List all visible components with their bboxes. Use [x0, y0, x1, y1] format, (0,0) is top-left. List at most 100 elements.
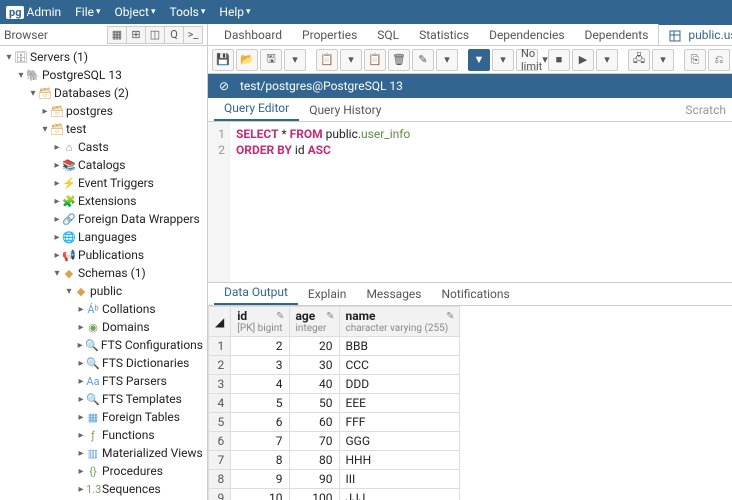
cell[interactable]: 60 [289, 413, 339, 432]
copy-dropdown[interactable]: ▾ [340, 49, 362, 71]
menu-file[interactable]: File▾ [75, 5, 100, 19]
tree-item[interactable]: ▸🔗Foreign Data Wrappers [0, 210, 207, 228]
tab-dependents[interactable]: Dependents [575, 25, 659, 45]
cell[interactable]: HHH [339, 451, 459, 470]
filter-dropdown[interactable]: ▾ [492, 49, 514, 71]
tree-toggle[interactable]: ▸ [52, 178, 62, 189]
tree-item[interactable]: ▾◆public [0, 282, 207, 300]
browser-tool-stats[interactable]: ◫ [145, 26, 165, 44]
tree-item[interactable]: ▸🔍FTS Templates [0, 390, 207, 408]
cell[interactable]: 50 [289, 394, 339, 413]
tree-item[interactable]: ▸📢Publications [0, 246, 207, 264]
cell[interactable]: 90 [289, 470, 339, 489]
cell[interactable]: EEE [339, 394, 459, 413]
tree-toggle[interactable]: ▸ [52, 160, 62, 171]
tree-item[interactable]: ▾🐘PostgreSQL 13 [0, 66, 207, 84]
tree-toggle[interactable]: ▾ [64, 286, 74, 297]
column-header[interactable]: id[PK] bigint✎ [231, 307, 289, 337]
edit-dropdown[interactable]: ▾ [436, 49, 458, 71]
table-row[interactable]: 7880HHH [209, 451, 460, 470]
menu-object[interactable]: Object▾ [115, 5, 156, 19]
menu-tools[interactable]: Tools▾ [170, 5, 206, 19]
tab-dashboard[interactable]: Dashboard [214, 25, 292, 45]
tab-query-editor[interactable]: Query Editor [214, 97, 299, 121]
scratch-pad-toggle[interactable]: Scratch [679, 99, 732, 121]
tree-item[interactable]: ▸🔍FTS Dictionaries [0, 354, 207, 372]
tree-item[interactable]: ▸ƒFunctions [0, 426, 207, 444]
cell[interactable]: 3 [231, 356, 289, 375]
pencil-icon[interactable]: ✎ [446, 311, 454, 322]
cell[interactable]: 5 [231, 394, 289, 413]
table-row[interactable]: 8990III [209, 470, 460, 489]
commit-button[interactable]: ⎘ [684, 49, 706, 71]
open-file-button[interactable]: 📂 [236, 49, 258, 71]
tab-properties[interactable]: Properties [292, 25, 367, 45]
cell[interactable]: 2 [231, 337, 289, 356]
cell[interactable]: 20 [289, 337, 339, 356]
tree-toggle[interactable]: ▸ [76, 394, 86, 405]
tree-item[interactable]: ▾🗃Databases (2) [0, 84, 207, 102]
tab-query-history[interactable]: Query History [299, 99, 391, 121]
save-grid-button[interactable]: 💾 [212, 49, 234, 71]
execute-dropdown[interactable]: ▾ [596, 49, 618, 71]
tree-item[interactable]: ▸{}Procedures [0, 462, 207, 480]
tree-toggle[interactable]: ▸ [76, 358, 86, 369]
row-header[interactable]: 6 [209, 432, 231, 451]
tree-item[interactable]: ▸▥Materialized Views [0, 444, 207, 462]
row-header[interactable]: 4 [209, 394, 231, 413]
menu-help[interactable]: Help▾ [219, 5, 250, 19]
table-row[interactable]: 4550EEE [209, 394, 460, 413]
tree-item[interactable]: ▸🗃postgres [0, 102, 207, 120]
connection-label[interactable]: test/postgres@PostgreSQL 13 [240, 79, 403, 93]
tree-toggle[interactable]: ▸ [76, 304, 86, 315]
tree-item[interactable]: ▸◉Domains [0, 318, 207, 336]
browser-tool-sql[interactable]: ⊞ [126, 26, 146, 44]
cell[interactable]: 100 [289, 489, 339, 500]
tab-data-output[interactable]: Data Output [214, 281, 298, 305]
tree-item[interactable]: ▸📚Catalogs [0, 156, 207, 174]
rollback-button[interactable]: ⎌ [708, 49, 730, 71]
execute-button[interactable]: ▶ [572, 49, 594, 71]
tree-toggle[interactable]: ▸ [76, 484, 86, 495]
pencil-icon[interactable]: ✎ [276, 311, 284, 322]
tree-item[interactable]: ▾🗄Servers (1) [0, 48, 207, 66]
tree-toggle[interactable]: ▾ [40, 124, 50, 135]
tab-query-tool[interactable]: public.user_info/test/postgres@PostgreSQ… [658, 24, 732, 46]
cell[interactable]: 10 [231, 489, 289, 500]
table-row[interactable]: 910100JJJ [209, 489, 460, 500]
cell[interactable]: FFF [339, 413, 459, 432]
sql-editor[interactable]: 12 SELECT * FROM public.user_info ORDER … [208, 122, 732, 282]
tab-notifications[interactable]: Notifications [432, 283, 520, 305]
tree-item[interactable]: ▸🧩Extensions [0, 192, 207, 210]
tree-item[interactable]: ▸1.3Sequences [0, 480, 207, 498]
tree-toggle[interactable]: ▸ [52, 214, 62, 225]
cancel-icon[interactable]: ⊘ [216, 78, 232, 94]
browser-tool-search[interactable]: Q [164, 26, 184, 44]
cell[interactable]: 6 [231, 413, 289, 432]
tree-toggle[interactable]: ▸ [76, 466, 86, 477]
tree-toggle[interactable]: ▸ [52, 196, 62, 207]
tree-item[interactable]: ▸AaFTS Parsers [0, 372, 207, 390]
tree-toggle[interactable]: ▸ [52, 232, 62, 243]
explain-dropdown[interactable]: ▾ [652, 49, 674, 71]
cell[interactable]: 7 [231, 432, 289, 451]
column-header[interactable]: ageinteger✎ [289, 307, 339, 337]
tree-toggle[interactable]: ▸ [75, 340, 85, 351]
tree-toggle[interactable]: ▸ [76, 412, 86, 423]
object-tree[interactable]: ▾🗄Servers (1)▾🐘PostgreSQL 13▾🗃Databases … [0, 46, 207, 500]
paste-button[interactable]: 📋 [364, 49, 386, 71]
row-header[interactable]: 9 [209, 489, 231, 500]
cell[interactable]: 9 [231, 470, 289, 489]
cell[interactable]: 4 [231, 375, 289, 394]
edit-button[interactable]: ✎ [412, 49, 434, 71]
column-header[interactable]: namecharacter varying (255)✎ [339, 307, 459, 337]
stop-button[interactable]: ■ [548, 49, 570, 71]
browser-tool-terminal[interactable]: >_ [183, 26, 203, 44]
explain-button[interactable]: 🖧 [628, 49, 650, 71]
tree-item[interactable]: ▸🌐Languages [0, 228, 207, 246]
cell[interactable]: CCC [339, 356, 459, 375]
cell[interactable]: 80 [289, 451, 339, 470]
table-row[interactable]: 2330CCC [209, 356, 460, 375]
tree-toggle[interactable]: ▸ [76, 376, 86, 387]
save-dropdown[interactable]: ▾ [284, 49, 306, 71]
